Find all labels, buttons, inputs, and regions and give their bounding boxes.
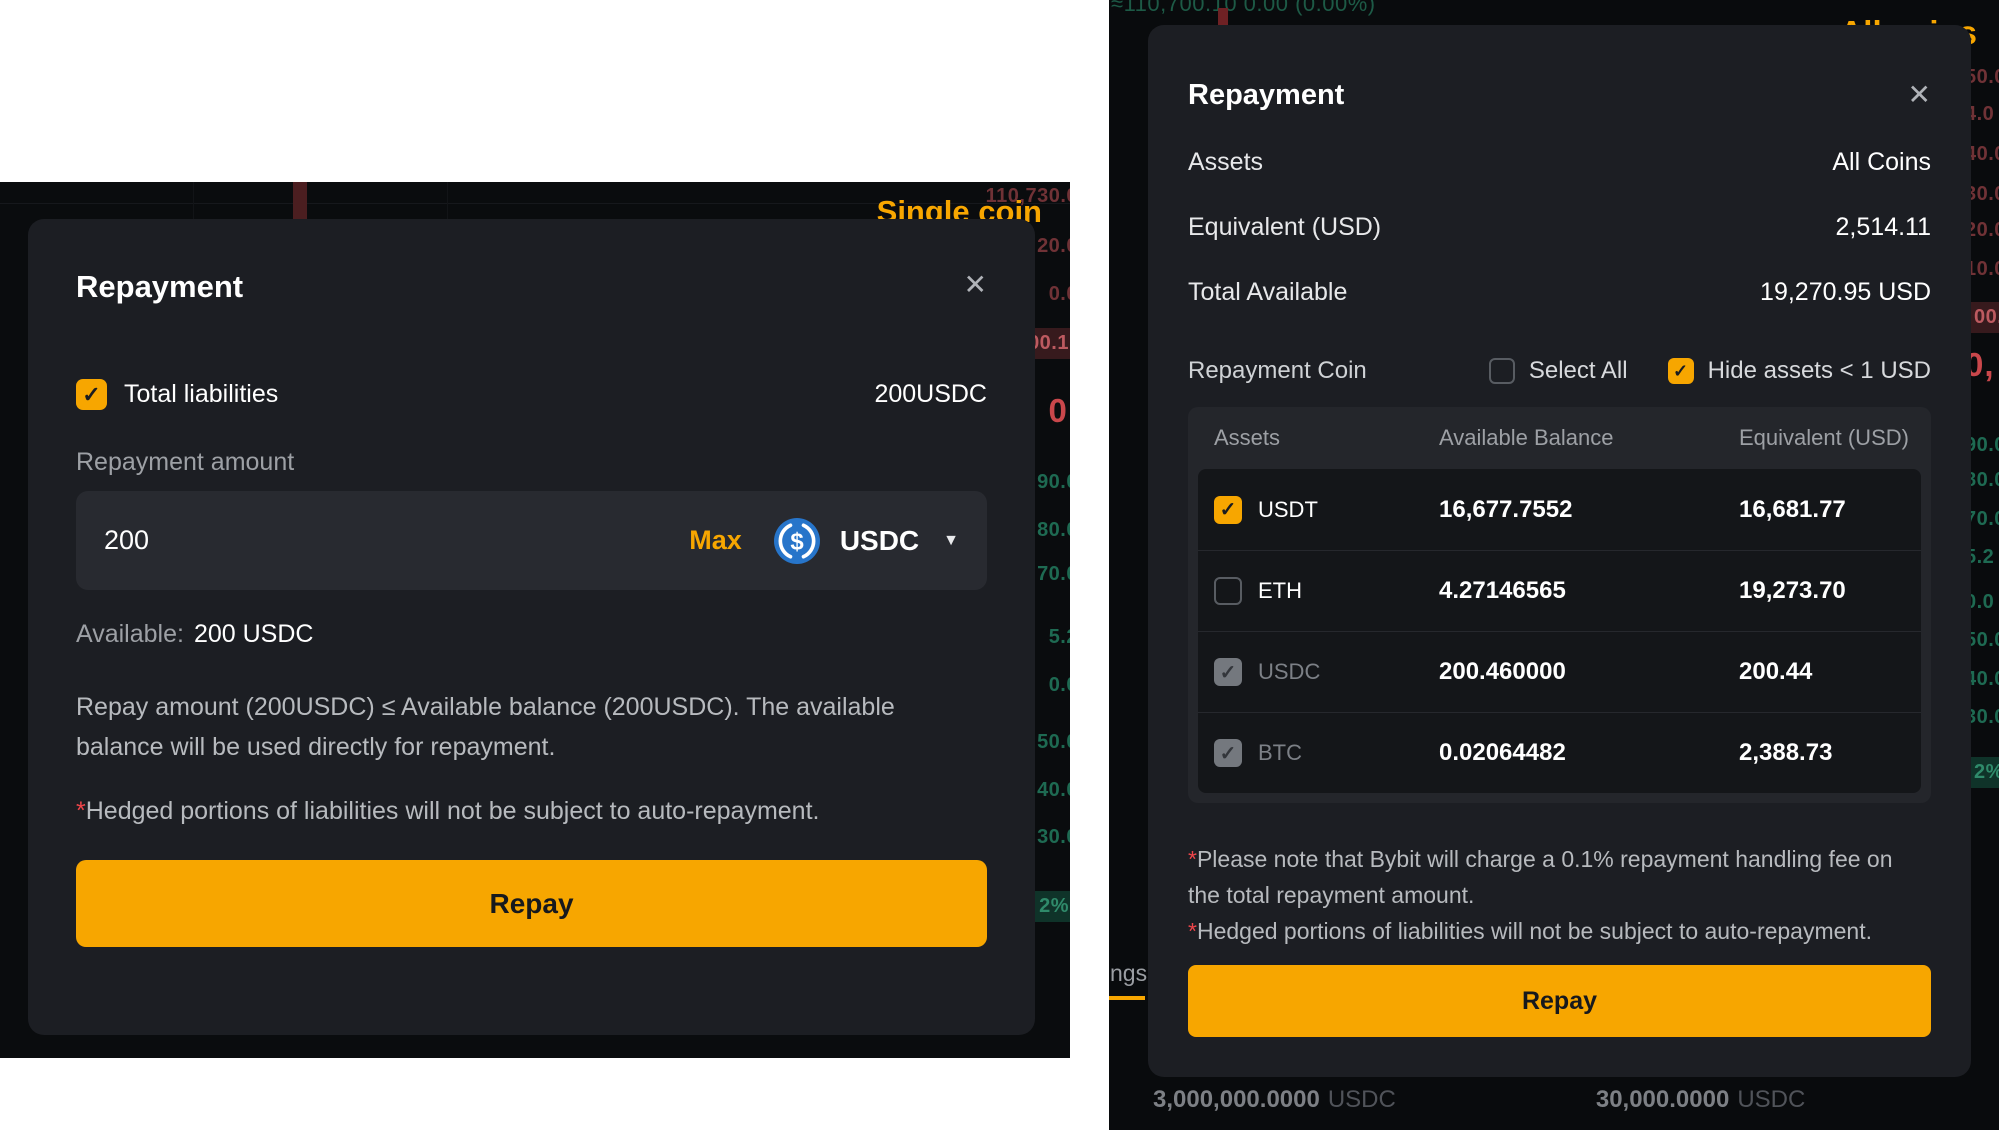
total-liabilities-label: Total liabilities (124, 380, 278, 409)
order-value: 30,000.0000USDC (1596, 1086, 1805, 1114)
asset-name: USDT (1258, 497, 1318, 523)
col-header-balance: Available Balance (1439, 425, 1739, 451)
table-header-row: Assets Available Balance Equivalent (USD… (1198, 407, 1921, 469)
summary-row-total-available: Total Available 19,270.95 USD (1188, 278, 1931, 307)
background-order-values: 3,000,000.0000USDC 30,000.0000USDC (1153, 1086, 1953, 1114)
summary-row-equivalent: Equivalent (USD) 2,514.11 (1188, 213, 1931, 242)
usdc-coin-icon: $ (774, 518, 820, 564)
background-tab-fragment: ngs (1110, 960, 1147, 987)
available-balance: 16,677.7552 (1439, 496, 1739, 524)
price-tick: 0.0 (1049, 283, 1070, 306)
table-row-eth[interactable]: ✓ ETH 4.27146565 19,273.70 (1198, 550, 1921, 631)
chevron-down-icon: ▼ (943, 532, 959, 550)
currency-selector[interactable]: $ USDC ▼ (774, 518, 959, 564)
asset-name: USDC (1258, 659, 1320, 685)
table-row-usdc[interactable]: ✓ USDC 200.460000 200.44 (1198, 631, 1921, 712)
select-all-checkbox[interactable]: ✓ (1489, 358, 1515, 384)
repay-button[interactable]: Repay (1188, 965, 1931, 1037)
amount-input[interactable] (104, 525, 689, 556)
asterisk: * (76, 797, 86, 825)
price-tick: 80.0 (1037, 519, 1070, 542)
close-icon[interactable]: ✕ (1908, 81, 1931, 109)
table-row-btc[interactable]: ✓ BTC 0.02064482 2,388.73 (1198, 712, 1921, 793)
available-value: 200 USDC (194, 620, 314, 648)
price-tick: 70.0 (1037, 563, 1070, 586)
asset-name: ETH (1258, 578, 1302, 604)
price-tick: 0.0 (1049, 674, 1070, 697)
select-all-label: Select All (1529, 357, 1628, 385)
repayment-modal-all-coins: Repayment ✕ Assets All Coins Equivalent … (1148, 25, 1971, 1077)
close-icon[interactable]: ✕ (964, 271, 987, 299)
available-balance: 200.460000 (1439, 658, 1739, 686)
row-checkbox-usdt[interactable]: ✓ (1214, 496, 1242, 524)
total-liabilities-value: 200USDC (874, 380, 987, 409)
modal-title: Repayment (1188, 79, 1344, 112)
svg-text:$: $ (790, 528, 803, 555)
footnotes: *Please note that Bybit will charge a 0.… (1188, 841, 1908, 949)
max-button[interactable]: Max (689, 525, 742, 556)
summary-section: Assets All Coins Equivalent (USD) 2,514.… (1188, 148, 1931, 307)
col-header-assets: Assets (1214, 425, 1439, 451)
repayment-coin-label: Repayment Coin (1188, 357, 1367, 385)
left-chart-backdrop: 110,730.020.00.000.10,90.080.070.05.20.0… (0, 182, 1070, 1058)
equivalent-usd: 200.44 (1739, 658, 1921, 686)
equivalent-usd: 16,681.77 (1739, 496, 1921, 524)
hide-assets-label: Hide assets < 1 USD (1708, 357, 1931, 385)
equivalent-usd: 2,388.73 (1739, 739, 1921, 767)
total-liabilities-checkbox[interactable]: ✓ (76, 379, 107, 410)
price-tick: 90.0 (1037, 471, 1070, 494)
repayment-coin-table: Assets Available Balance Equivalent (USD… (1188, 407, 1931, 803)
repayment-amount-label: Repayment amount (76, 448, 987, 477)
currency-label: USDC (840, 525, 919, 557)
price-tick: 2% (1030, 891, 1070, 922)
price-tick: 0, (1048, 392, 1070, 430)
available-balance: 0.02064482 (1439, 739, 1739, 767)
amount-input-box: Max $ USDC ▼ (76, 491, 987, 590)
repay-button[interactable]: Repay (76, 860, 987, 947)
footnote-fee: *Please note that Bybit will charge a 0.… (1188, 841, 1908, 913)
footnote-hedged: *Hedged portions of liabilities will not… (1188, 913, 1908, 949)
asset-name: BTC (1258, 740, 1302, 766)
chart-candle-fragment (1218, 8, 1228, 26)
repayment-coin-bar: Repayment Coin ✓ Select All ✓ Hide asset… (1188, 357, 1931, 385)
equivalent-usd: 19,273.70 (1739, 577, 1921, 605)
repay-notice-text: Repay amount (200USDC) ≤ Available balan… (76, 687, 926, 767)
price-tick: 50.0 (1037, 731, 1070, 754)
footnote: *Hedged portions of liabilities will not… (76, 797, 987, 826)
price-tick: 20.0 (1037, 235, 1070, 258)
row-checkbox-usdc: ✓ (1214, 658, 1242, 686)
chart-ticker-text: ≈110,700.10 0.00 (0.00%) (1111, 0, 1376, 17)
summary-row-assets: Assets All Coins (1188, 148, 1931, 177)
price-tick: 5.2 (1049, 626, 1070, 649)
right-chart-backdrop: ≈110,700.10 0.00 (0.00%) 50.04.040.030.0… (1109, 0, 1999, 1130)
available-label: Available: (76, 620, 184, 648)
col-header-equivalent: Equivalent (USD) (1739, 425, 1921, 451)
price-tick: 40.0 (1037, 779, 1070, 802)
row-checkbox-btc: ✓ (1214, 739, 1242, 767)
table-row-usdt[interactable]: ✓ USDT 16,677.7552 16,681.77 (1198, 469, 1921, 550)
repayment-modal-single: Repayment ✕ ✓ Total liabilities 200USDC … (28, 219, 1035, 1035)
available-row: Available: 200 USDC (76, 620, 987, 649)
total-liabilities-row: ✓ Total liabilities 200USDC (76, 379, 987, 410)
price-tick: 30.0 (1037, 826, 1070, 849)
tab-active-underline (1109, 996, 1145, 1000)
available-balance: 4.27146565 (1439, 577, 1739, 605)
hide-assets-checkbox[interactable]: ✓ (1668, 358, 1694, 384)
modal-title: Repayment (76, 269, 243, 305)
row-checkbox-eth[interactable]: ✓ (1214, 577, 1242, 605)
order-value: 3,000,000.0000USDC (1153, 1086, 1396, 1114)
